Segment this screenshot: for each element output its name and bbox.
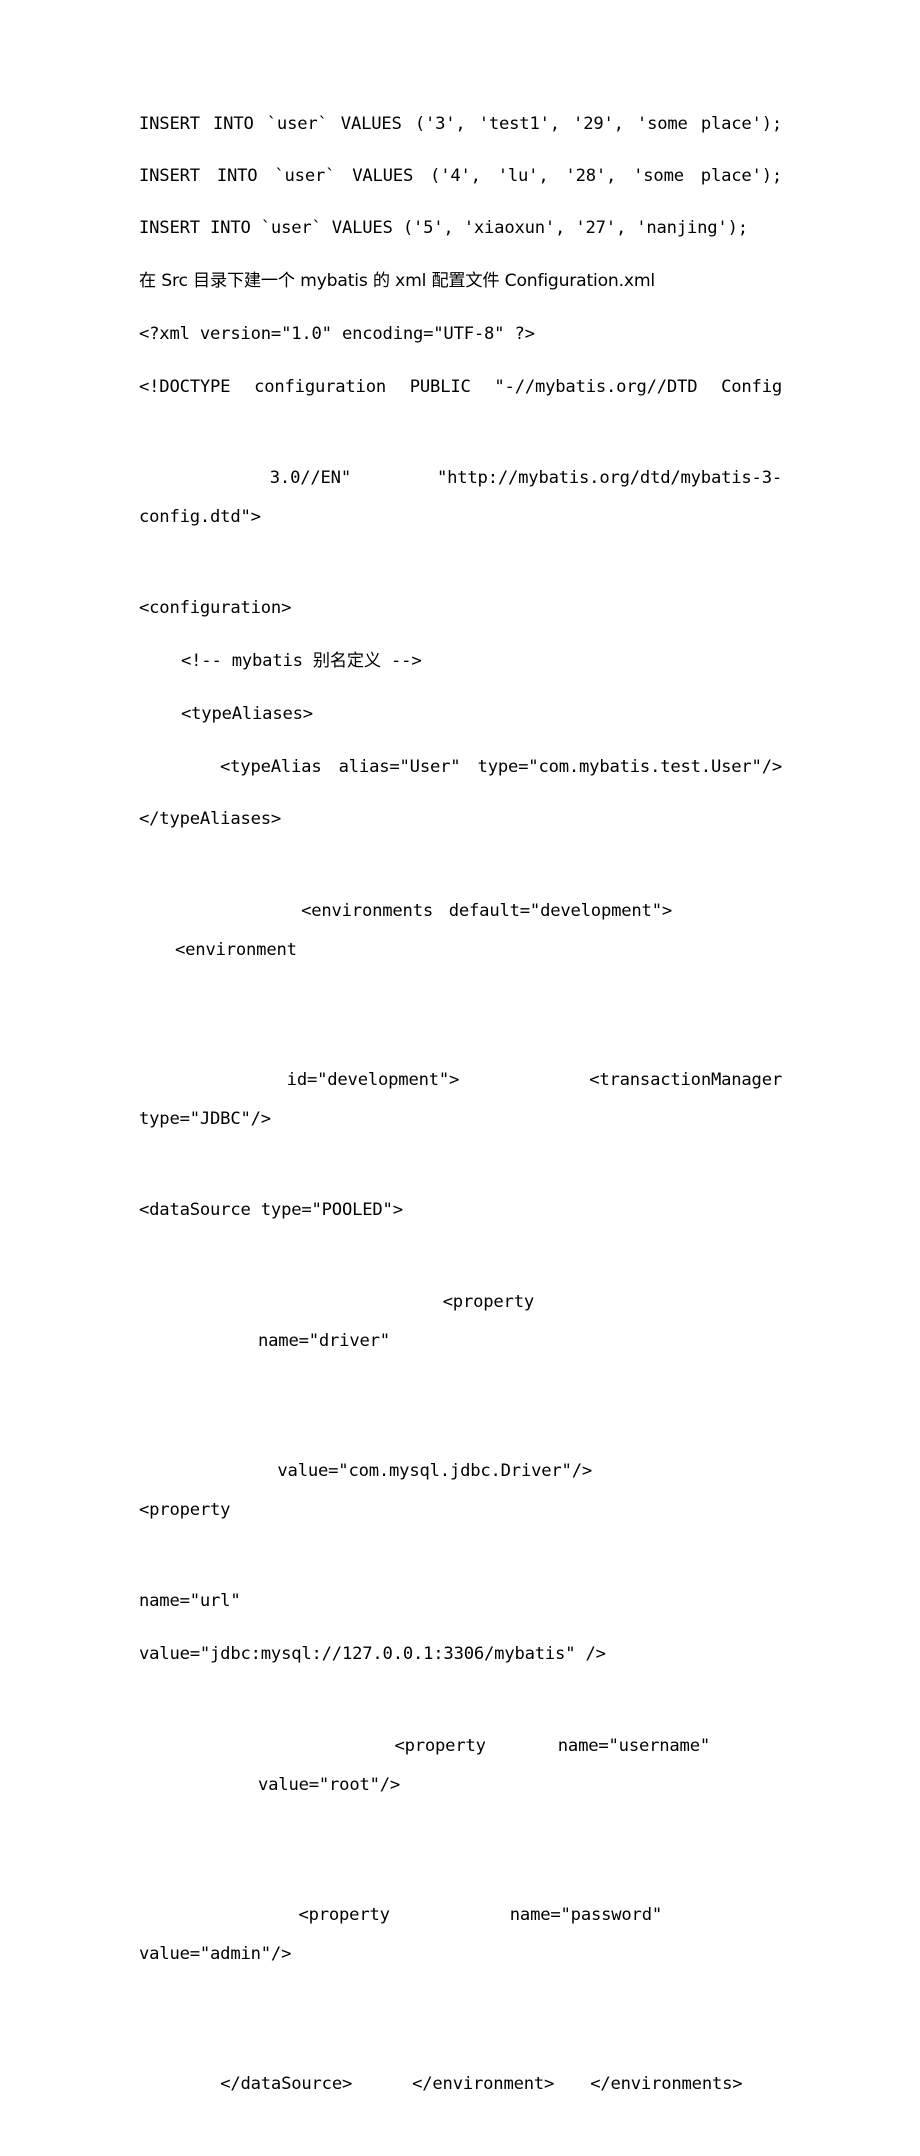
- paragraph-typealias: <typeAlias alias="User" type="com.mybati…: [220, 757, 782, 777]
- paragraph-xml-declaration: <?xml version="1.0" encoding="UTF-8" ?>: [139, 324, 535, 344]
- paragraph-property-url-name: name="url": [139, 1591, 241, 1611]
- transaction-manager-tag: <transactionManager type="JDBC"/>: [139, 1070, 793, 1129]
- paragraph-typealiases-open: <typeAliases>: [181, 704, 313, 724]
- paragraph-environments-line2: id="development"> <transactionManager typ…: [139, 1022, 782, 1178]
- property-password-name-attr: name="password": [509, 1905, 662, 1925]
- property-open-tag-2: <property: [139, 1500, 231, 1520]
- paragraph-sql-insert-2: INSERT INTO `user` VALUES ('4', 'lu', '2…: [139, 166, 782, 186]
- datasource-close-tag: </dataSource>: [220, 2074, 353, 2094]
- block-doctype: <!DOCTYPE configuration PUBLIC "-//mybat…: [139, 368, 782, 628]
- paragraph-doctype-line2: 3.0//EN" "http://mybatis.org/dtd/mybatis-…: [139, 420, 782, 576]
- paragraph-instruction-cn: 在 Src 目录下建一个 mybatis 的 xml 配置文件 Configur…: [139, 271, 655, 291]
- property-driver-value-attr: value="com.mysql.jdbc.Driver"/>: [277, 1461, 592, 1481]
- environments-open-tag: <environments default="development">: [301, 901, 672, 921]
- property-open-tag-3: <property: [394, 1736, 486, 1756]
- paragraph-configuration-open: <configuration>: [139, 598, 292, 618]
- environments-close-tag: </environments>: [590, 2074, 743, 2094]
- environment-open-tag: <environment: [175, 940, 297, 960]
- block-typealias: <typeAlias alias="User" type="com.mybati…: [139, 748, 782, 839]
- paragraph-datasource-open: <dataSource type="POOLED">: [139, 1200, 403, 1220]
- doctype-dtd-url: "http://mybatis.org/dtd/mybatis-3-config…: [139, 468, 782, 527]
- block-property-credentials: <property name="username" value="root"/> <…: [139, 1688, 782, 2143]
- property-open-tag: <property: [442, 1292, 535, 1312]
- paragraph-property-url-value: value="jdbc:mysql://127.0.0.1:3306/mybat…: [139, 1644, 606, 1664]
- paragraph-alias-comment: <!-- mybatis 别名定义 -->: [181, 651, 422, 671]
- doctype-en-fragment: 3.0//EN": [269, 468, 351, 488]
- paragraph-closing-tags: </dataSource> </environment> </environment…: [139, 2026, 782, 2143]
- paragraph-property-driver-line2: value="com.mysql.jdbc.Driver"/> <property: [139, 1413, 782, 1569]
- paragraph-sql-insert-1: INSERT INTO `user` VALUES ('3', 'test1',…: [139, 114, 782, 134]
- block-environments: <environments default="development"><env…: [139, 853, 782, 1230]
- paragraph-doctype-line1: <!DOCTYPE configuration PUBLIC "-//mybat…: [139, 377, 782, 397]
- paragraph-environments-line1: <environments default="development"><env…: [139, 853, 782, 1009]
- property-username-value-attr: value="root"/>: [258, 1775, 401, 1795]
- paragraph-property-driver-line1: <property name="driver": [139, 1244, 782, 1400]
- block-property-driver: <property name="driver" value="com.mysql.…: [139, 1244, 782, 1621]
- document-body: INSERT INTO `user` VALUES ('3', 'test1',…: [139, 105, 782, 2156]
- paragraph-property-password: <property name="password" value="admin"/>: [139, 1857, 782, 2013]
- property-username-name-attr: name="username": [557, 1736, 710, 1756]
- paragraph-sql-insert-3: INSERT INTO `user` VALUES ('5', 'xiaoxun…: [139, 218, 748, 238]
- property-driver-name-attr: name="driver": [258, 1331, 390, 1351]
- environment-close-tag: </environment>: [412, 2074, 555, 2094]
- document-page: INSERT INTO `user` VALUES ('3', 'test1',…: [0, 0, 920, 2094]
- paragraph-property-username: <property name="username" value="root"/>: [139, 1688, 782, 1844]
- paragraph-typealiases-close: </typeAliases>: [139, 809, 282, 829]
- environment-id-attr: id="development">: [286, 1070, 460, 1090]
- property-open-tag-4: <property: [298, 1905, 390, 1925]
- property-password-value-attr: value="admin"/>: [139, 1944, 292, 1964]
